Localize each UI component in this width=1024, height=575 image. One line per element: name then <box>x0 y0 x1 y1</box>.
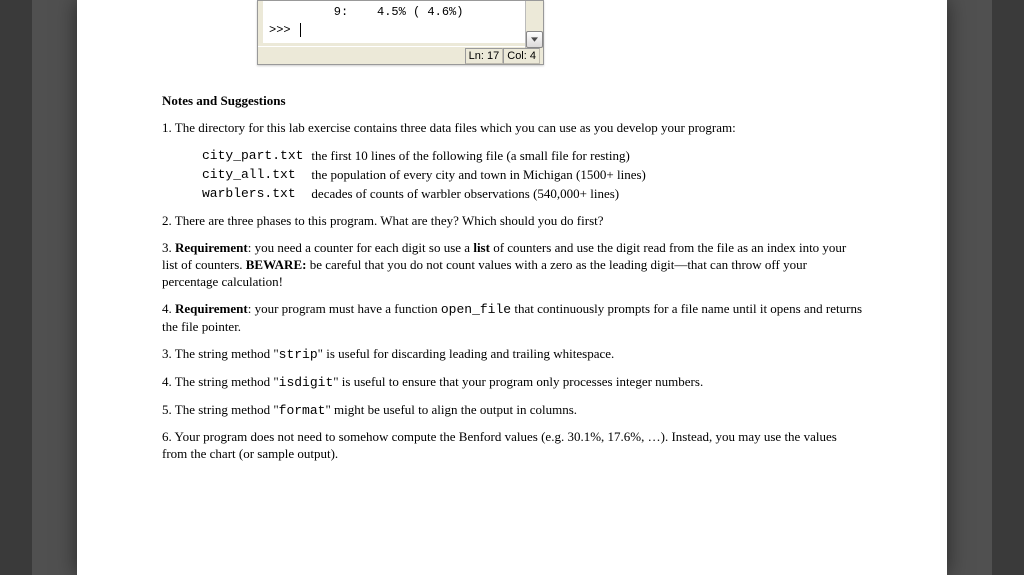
txt: 3. The string method " <box>162 346 279 361</box>
chevron-down-icon <box>531 37 538 42</box>
txt: : your program must have a function <box>248 301 441 316</box>
txt: 5. The string method " <box>162 402 279 417</box>
table-row: city_all.txt the population of every cit… <box>202 166 654 185</box>
txt: : you need a counter for each digit so u… <box>248 240 474 255</box>
txt: 3. <box>162 240 175 255</box>
paragraph-2: 2. There are three phases to this progra… <box>162 213 862 230</box>
file-name: city_part.txt <box>202 147 311 166</box>
paragraph-4: 4. Requirement: your program must have a… <box>162 301 862 336</box>
paragraph-6: 4. The string method "isdigit" is useful… <box>162 374 862 392</box>
idle-shell-window: 9: 4.5% ( 4.6%) >>> Ln: 17Col: 4 <box>257 0 544 65</box>
section-heading: Notes and Suggestions <box>162 93 862 110</box>
content-area: 9: 4.5% ( 4.6%) >>> Ln: 17Col: 4 Notes a… <box>77 0 947 498</box>
status-col: Col: 4 <box>503 48 540 64</box>
list-bold: list <box>473 240 490 255</box>
requirement-label: Requirement <box>175 301 248 316</box>
paragraph-3: 3. Requirement: you need a counter for e… <box>162 240 862 291</box>
document-page: 9: 4.5% ( 4.6%) >>> Ln: 17Col: 4 Notes a… <box>77 0 947 575</box>
txt: " is useful for discarding leading and t… <box>318 346 615 361</box>
beware-label: BEWARE: <box>246 257 307 272</box>
code-open-file: open_file <box>441 302 511 317</box>
file-desc: the first 10 lines of the following file… <box>311 147 653 166</box>
file-name: warblers.txt <box>202 185 311 204</box>
paragraph-7: 5. The string method "format" might be u… <box>162 402 862 420</box>
code-format: format <box>279 403 326 418</box>
shell-text[interactable]: 9: 4.5% ( 4.6%) >>> <box>263 1 525 43</box>
table-row: city_part.txt the first 10 lines of the … <box>202 147 654 166</box>
txt: 4. The string method " <box>162 374 279 389</box>
viewer-gutter-right <box>992 0 1024 575</box>
status-line: Ln: 17 <box>465 48 504 64</box>
table-row: warblers.txt decades of counts of warble… <box>202 185 654 204</box>
code-isdigit: isdigit <box>279 375 334 390</box>
file-list-table: city_part.txt the first 10 lines of the … <box>202 147 654 204</box>
prompt: >>> <box>269 23 298 37</box>
file-desc: the population of every city and town in… <box>311 166 653 185</box>
txt: " might be useful to align the output in… <box>325 402 577 417</box>
scroll-down-button[interactable] <box>526 31 543 48</box>
file-name: city_all.txt <box>202 166 311 185</box>
output-line: 9: 4.5% ( 4.6%) <box>269 5 463 19</box>
txt: " is useful to ensure that your program … <box>333 374 703 389</box>
viewer-gutter-left <box>0 0 32 575</box>
code-strip: strip <box>279 347 318 362</box>
requirement-label: Requirement <box>175 240 248 255</box>
txt: 4. <box>162 301 175 316</box>
paragraph-1: 1. The directory for this lab exercise c… <box>162 120 862 137</box>
status-bar: Ln: 17Col: 4 <box>258 46 543 64</box>
text-cursor <box>300 23 301 37</box>
paragraph-8: 6. Your program does not need to somehow… <box>162 429 862 463</box>
paragraph-5: 3. The string method "strip" is useful f… <box>162 346 862 364</box>
file-desc: decades of counts of warbler observation… <box>311 185 653 204</box>
